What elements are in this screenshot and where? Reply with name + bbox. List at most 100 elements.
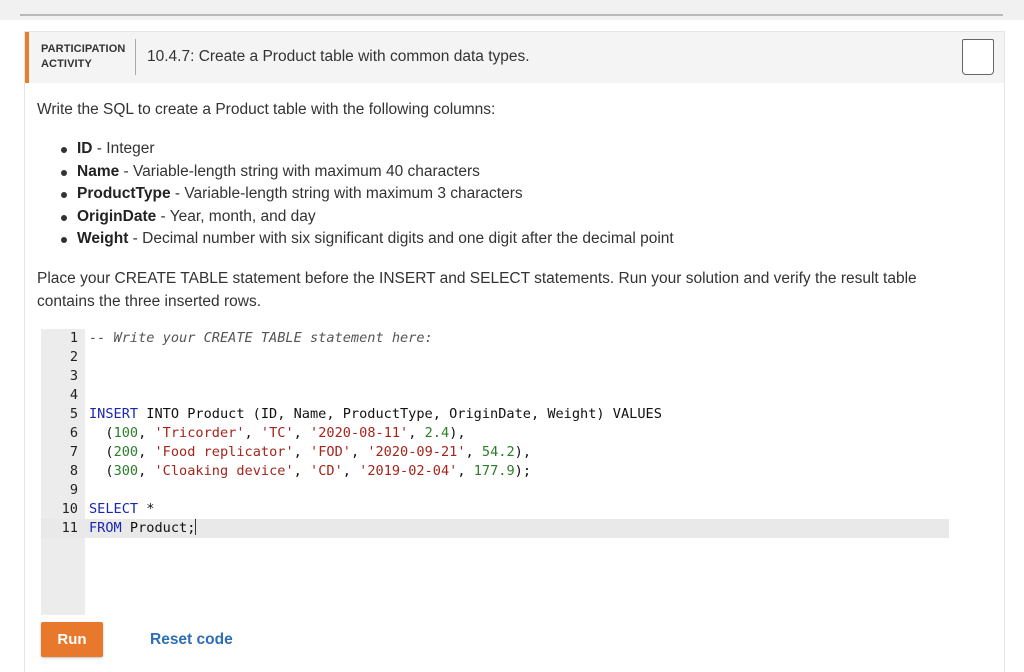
code-token: 54.2 [481, 444, 515, 460]
code-token: 'Cloaking device' [154, 463, 294, 479]
code-token: , [350, 444, 368, 460]
column-description: - Decimal number with six significant di… [128, 230, 674, 247]
code-token: ( [89, 463, 114, 479]
reset-code-link[interactable]: Reset code [150, 631, 233, 649]
code-token: '2020-08-11' [310, 425, 409, 441]
code-token: 'CD' [310, 463, 343, 479]
column-requirement-item: Weight - Decimal number with six signifi… [61, 228, 977, 251]
code-line[interactable]: 11 FROM Product; [41, 519, 949, 538]
column-name: Weight [77, 230, 129, 247]
code-token: 'FOD' [310, 444, 351, 460]
code-text: (200, 'Food replicator', 'FOD', '2020-09… [89, 443, 531, 462]
sql-code-editor[interactable]: 1 -- Write your CREATE TABLE statement he… [41, 329, 949, 615]
code-line[interactable]: 5 INSERT INTO Product (ID, Name, ProductT… [41, 405, 949, 424]
code-token: 177.9 [473, 463, 515, 479]
activity-type-label: PARTICIPATION ACTIVITY [41, 43, 126, 70]
code-token: ), [514, 444, 532, 460]
accent-bar [25, 32, 29, 83]
code-token: 2.4 [424, 425, 450, 441]
code-line[interactable]: 9 [41, 481, 949, 500]
activity-content: Write the SQL to create a Product table … [37, 100, 977, 313]
code-token: , [138, 463, 155, 479]
code-token: '2019-02-04' [359, 463, 458, 479]
code-token: 300 [113, 463, 139, 479]
code-token: , [293, 463, 311, 479]
code-line[interactable]: 2 [41, 348, 949, 367]
code-token: 100 [113, 425, 139, 441]
column-name: ProductType [77, 185, 171, 202]
code-text: FROM Product; [89, 519, 197, 538]
completion-status-icon [962, 39, 994, 75]
line-number: 1 [69, 330, 78, 346]
column-description: - Variable-length string with maximum 3 … [170, 185, 523, 202]
code-token: ), [449, 425, 466, 441]
code-token: -- Write your CREATE TABLE statement her… [89, 330, 433, 346]
code-token: INSERT [89, 406, 139, 422]
code-line[interactable]: 7 (200, 'Food replicator', 'FOD', '2020-… [41, 443, 949, 462]
line-number: 5 [69, 406, 78, 422]
code-token: '2020-09-21' [367, 444, 466, 460]
line-number: 4 [69, 387, 78, 403]
code-token: , [293, 425, 311, 441]
code-token: ); [514, 463, 532, 479]
line-number: 2 [69, 349, 78, 365]
code-line[interactable]: 3 [41, 367, 949, 386]
code-token: 'TC' [260, 425, 294, 441]
line-number: 6 [69, 425, 78, 441]
code-token: , [138, 444, 155, 460]
code-line[interactable]: 10 SELECT * [41, 500, 949, 519]
code-token: , [408, 425, 425, 441]
code-token: , [293, 444, 311, 460]
code-line[interactable]: 1 -- Write your CREATE TABLE statement he… [41, 329, 949, 348]
code-token: 'Food replicator' [154, 444, 294, 460]
column-description: - Year, month, and day [156, 207, 316, 225]
top-divider [20, 14, 1003, 16]
code-token: * [138, 501, 155, 517]
code-token: , [457, 463, 474, 479]
activity-title: 10.4.7: Create a Product table with comm… [147, 48, 530, 65]
code-token: Product; [121, 520, 196, 536]
line-number: 9 [69, 482, 78, 498]
column-requirement-item: OriginDate - Year, month, and day [61, 206, 977, 229]
activity-header: PARTICIPATION ACTIVITY 10.4.7: Create a … [25, 32, 1004, 83]
code-token: SELECT [89, 501, 139, 517]
text-cursor [195, 519, 197, 535]
code-token: ( [89, 425, 114, 441]
code-token: , [342, 463, 360, 479]
code-token: , [244, 425, 261, 441]
column-name: ID [77, 140, 93, 157]
line-number: 7 [69, 444, 78, 460]
line-number: 8 [69, 463, 78, 479]
instructions-intro: Write the SQL to create a Product table … [37, 101, 496, 118]
code-text: (300, 'Cloaking device', 'CD', '2019-02-… [89, 462, 531, 481]
code-token: FROM [89, 520, 122, 536]
code-token: 200 [113, 444, 139, 460]
code-line[interactable]: 4 [41, 386, 949, 405]
column-requirement-item: ID - Integer [61, 138, 977, 161]
code-line[interactable]: 8 (300, 'Cloaking device', 'CD', '2019-0… [41, 462, 949, 481]
column-name: OriginDate [77, 207, 157, 225]
line-number: 3 [69, 368, 78, 384]
code-text: (100, 'Tricorder', 'TC', '2020-08-11', 2… [89, 424, 466, 443]
code-token: INTO Product (ID, Name, ProductType, Ori… [138, 406, 662, 422]
code-token: 'Tricorder' [154, 425, 245, 441]
code-text: -- Write your CREATE TABLE statement her… [89, 329, 433, 348]
column-name: Name [77, 162, 120, 180]
code-text: INSERT INTO Product (ID, Name, ProductTy… [89, 405, 662, 424]
code-token: , [465, 444, 482, 460]
column-requirement-item: Name - Variable-length string with maxim… [61, 161, 977, 184]
code-token: , [138, 425, 155, 441]
header-divider [135, 39, 136, 75]
column-requirements-list: ID - Integer Name - Variable-length strin… [37, 138, 977, 251]
column-description: - Integer [92, 140, 155, 157]
run-button[interactable]: Run [41, 622, 103, 657]
code-text: SELECT * [89, 500, 154, 519]
instructions-place: Place your CREATE TABLE statement before… [37, 269, 917, 310]
participation-activity-card: PARTICIPATION ACTIVITY 10.4.7: Create a … [24, 31, 1005, 672]
column-description: - Variable-length string with maximum 40… [119, 162, 480, 180]
line-number: 11 [61, 520, 78, 536]
top-strip [0, 0, 1024, 20]
column-requirement-item: ProductType - Variable-length string wit… [61, 183, 977, 206]
line-number: 10 [61, 501, 78, 517]
code-line[interactable]: 6 (100, 'Tricorder', 'TC', '2020-08-11',… [41, 424, 949, 443]
